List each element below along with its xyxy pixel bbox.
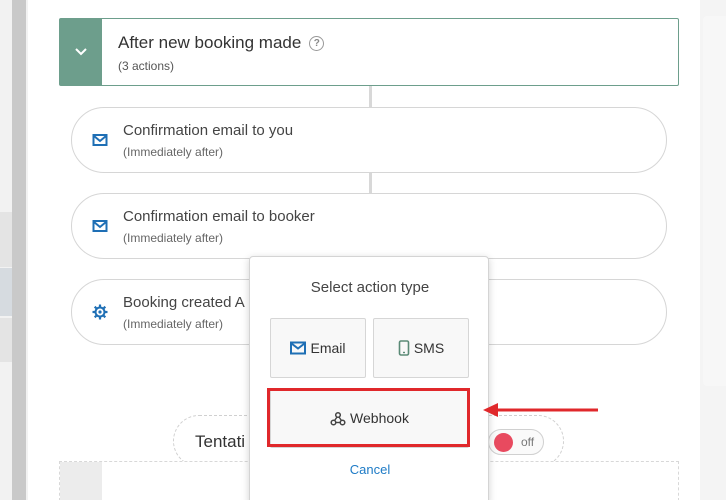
sidebar-row[interactable]	[0, 318, 12, 362]
trigger-card[interactable]: After new booking made ? (3 actions)	[59, 18, 679, 86]
action-label: Confirmation email to you	[123, 122, 294, 139]
mail-icon	[92, 134, 108, 146]
popup-title: Select action type	[310, 279, 430, 296]
sidebar-row[interactable]	[0, 212, 12, 267]
action-timing: (Immediately after)	[123, 231, 224, 245]
collapse-toggle[interactable]	[60, 19, 102, 85]
gear-icon	[92, 304, 108, 320]
trigger-title-text: After new booking made	[118, 33, 302, 52]
email-option-button[interactable]: Email	[270, 318, 366, 378]
action-label: Booking created A	[123, 294, 245, 311]
trigger-title: After new booking made ?	[118, 33, 325, 53]
chevron-down-icon	[75, 48, 87, 56]
trigger-subtitle: (3 actions)	[118, 59, 175, 73]
sidebar-row-selected[interactable]	[0, 268, 12, 316]
phone-icon	[398, 340, 410, 356]
connector-line	[369, 173, 372, 193]
annotation-arrow-icon	[483, 403, 598, 417]
mail-icon	[290, 341, 307, 355]
select-action-type-popup: Select action type Email SMS Webhook Can…	[249, 256, 489, 500]
annotation-highlight-box	[267, 388, 470, 447]
action-timing: (Immediately after)	[123, 145, 224, 159]
right-panel-edge	[703, 16, 726, 386]
action-label: Confirmation email to booker	[123, 208, 315, 225]
mail-icon	[92, 220, 108, 232]
left-sidebar-edge	[0, 0, 28, 500]
email-option-label: Email	[310, 340, 346, 356]
collapse-toggle[interactable]	[60, 462, 102, 500]
tentative-label: Tentati	[195, 432, 246, 451]
action-card[interactable]: Confirmation email to you (Immediately a…	[71, 107, 667, 173]
switch-knob	[494, 433, 513, 452]
action-card[interactable]: Confirmation email to booker (Immediatel…	[71, 193, 667, 259]
action-timing: (Immediately after)	[123, 317, 224, 331]
enable-toggle-switch[interactable]: off	[488, 429, 544, 455]
sms-option-label: SMS	[413, 340, 445, 356]
sidebar-scrollbar[interactable]	[12, 0, 26, 500]
sms-option-button[interactable]: SMS	[373, 318, 469, 378]
connector-line	[369, 86, 372, 107]
switch-state-text: off	[521, 435, 535, 449]
help-icon[interactable]: ?	[309, 35, 325, 51]
cancel-link[interactable]: Cancel	[250, 462, 490, 477]
